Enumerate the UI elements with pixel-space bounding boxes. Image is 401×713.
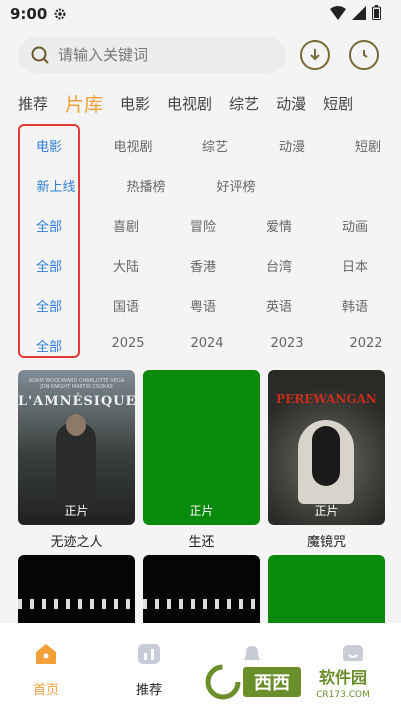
filter-option[interactable]: 日本 [342, 256, 368, 275]
tab-movie[interactable]: 电影 [120, 93, 150, 114]
filter-option[interactable]: 全部 [36, 336, 62, 355]
filter-option[interactable]: 全部 [36, 216, 62, 235]
filter-option[interactable]: 电视剧 [113, 136, 152, 155]
poster-figure-hair [312, 426, 340, 486]
filter-option[interactable]: 冒险 [190, 216, 216, 235]
tab-recommend[interactable]: 推荐 [18, 93, 48, 114]
movie-title: 生还 [188, 535, 215, 550]
filter-row-year: 全部 2025 2024 2023 2022 [0, 324, 401, 364]
history-button[interactable] [349, 40, 379, 70]
filter-option[interactable]: 国语 [113, 296, 139, 315]
filter-option[interactable]: 好评榜 [216, 176, 255, 195]
film-strip [143, 599, 260, 609]
search-row [18, 36, 383, 74]
tab-tv-series[interactable]: 电视剧 [167, 93, 212, 114]
movie-poster: ADAM WOODWARD CHARLOTTE VEGA JON KNIGHT … [18, 370, 135, 525]
movie-card[interactable]: 正片 生还 [143, 370, 260, 550]
status-icons [330, 5, 381, 20]
movie-card[interactable]: PEREWANGAN 正片 魔镜咒 [268, 370, 385, 550]
filter-option[interactable]: 短剧 [355, 136, 381, 155]
svg-text:CR173.COM: CR173.COM [316, 690, 370, 700]
clock-icon [363, 50, 368, 58]
filter-row-language: 全部 国语 粤语 英语 韩语 [0, 284, 401, 324]
settings-gear-icon [54, 8, 66, 20]
filter-option[interactable]: 热播榜 [126, 176, 165, 195]
category-tabs: 推荐 片库 电影 电视剧 综艺 动漫 短剧 [18, 88, 401, 118]
filter-option[interactable]: 2025 [111, 336, 144, 351]
movie-poster: PEREWANGAN 正片 [268, 370, 385, 525]
status-bar: 9:00 [0, 0, 401, 28]
filter-option[interactable]: 新上线 [36, 176, 75, 195]
filter-option[interactable]: 综艺 [202, 136, 228, 155]
download-button[interactable] [300, 40, 330, 70]
filter-row-region: 全部 大陆 香港 台湾 日本 [0, 244, 401, 284]
poster-tag: 正片 [64, 504, 89, 518]
filter-option[interactable]: 动画 [342, 216, 368, 235]
film-strip [18, 599, 135, 609]
filter-option[interactable]: 全部 [36, 296, 62, 315]
tab-anime[interactable]: 动漫 [276, 93, 306, 114]
signal-icon [352, 5, 366, 20]
home-icon [36, 644, 56, 664]
filter-option[interactable]: 爱情 [266, 216, 292, 235]
poster-title-text: L'AMNÉSIQUE [18, 394, 135, 409]
filter-grid: 电影 电视剧 综艺 动漫 短剧 新上线 热播榜 好评榜 全部 喜剧 冒险 爱情 … [0, 124, 401, 364]
movie-card[interactable]: ADAM WOODWARD CHARLOTTE VEGA JON KNIGHT … [18, 370, 135, 550]
filter-option[interactable]: 动漫 [279, 136, 305, 155]
filter-option[interactable]: 粤语 [190, 296, 216, 315]
filter-option[interactable]: 2024 [190, 336, 223, 351]
status-time: 9:00 [10, 5, 48, 23]
wifi-icon [330, 5, 346, 20]
movie-title: 魔镜咒 [306, 535, 346, 550]
filter-option[interactable]: 喜剧 [113, 216, 139, 235]
tab-library[interactable]: 片库 [65, 90, 103, 117]
battery-icon [372, 5, 381, 20]
watermark-logo: 西西 软件园 CR173.COM [203, 661, 385, 703]
nav-home[interactable]: 首页 [16, 641, 76, 698]
svg-text:软件园: 软件园 [319, 668, 367, 687]
search-icon [31, 46, 49, 64]
search-bar[interactable] [18, 37, 286, 73]
filter-option[interactable]: 英语 [266, 296, 292, 315]
tab-variety[interactable]: 综艺 [229, 93, 259, 114]
poster-credits: ADAM WOODWARD CHARLOTTE VEGA JON KNIGHT … [28, 378, 125, 390]
filter-option[interactable]: 香港 [190, 256, 216, 275]
filter-option[interactable]: 台湾 [266, 256, 292, 275]
nav-recommend[interactable]: 推荐 [119, 641, 179, 698]
filter-row-type: 电影 电视剧 综艺 动漫 短剧 [0, 124, 401, 164]
filter-option[interactable]: 大陆 [113, 256, 139, 275]
filter-option[interactable]: 电影 [36, 136, 62, 155]
movie-title: 无迹之人 [50, 535, 103, 550]
filter-row-sort: 新上线 热播榜 好评榜 [0, 164, 401, 204]
filter-row-genre: 全部 喜剧 冒险 爱情 动画 [0, 204, 401, 244]
nav-home-label: 首页 [32, 683, 59, 698]
poster-figure-head [66, 414, 86, 436]
watermark-graphic: 西西 软件园 CR173.COM [203, 661, 385, 703]
poster-tag: 正片 [189, 504, 214, 518]
poster-title-text: PEREWANGAN [276, 392, 377, 406]
svg-text:西西: 西西 [254, 673, 290, 694]
tab-short-drama[interactable]: 短剧 [323, 93, 353, 114]
filter-option[interactable]: 2023 [270, 336, 303, 351]
movie-poster: 正片 [143, 370, 260, 525]
search-input[interactable] [58, 46, 278, 64]
filter-option[interactable]: 2022 [349, 336, 382, 351]
nav-recommend-label: 推荐 [135, 683, 162, 698]
chart-icon [138, 644, 160, 664]
filter-option[interactable]: 全部 [36, 256, 62, 275]
download-icon [310, 49, 320, 61]
filter-option[interactable]: 韩语 [342, 296, 368, 315]
poster-tag: 正片 [314, 504, 339, 518]
